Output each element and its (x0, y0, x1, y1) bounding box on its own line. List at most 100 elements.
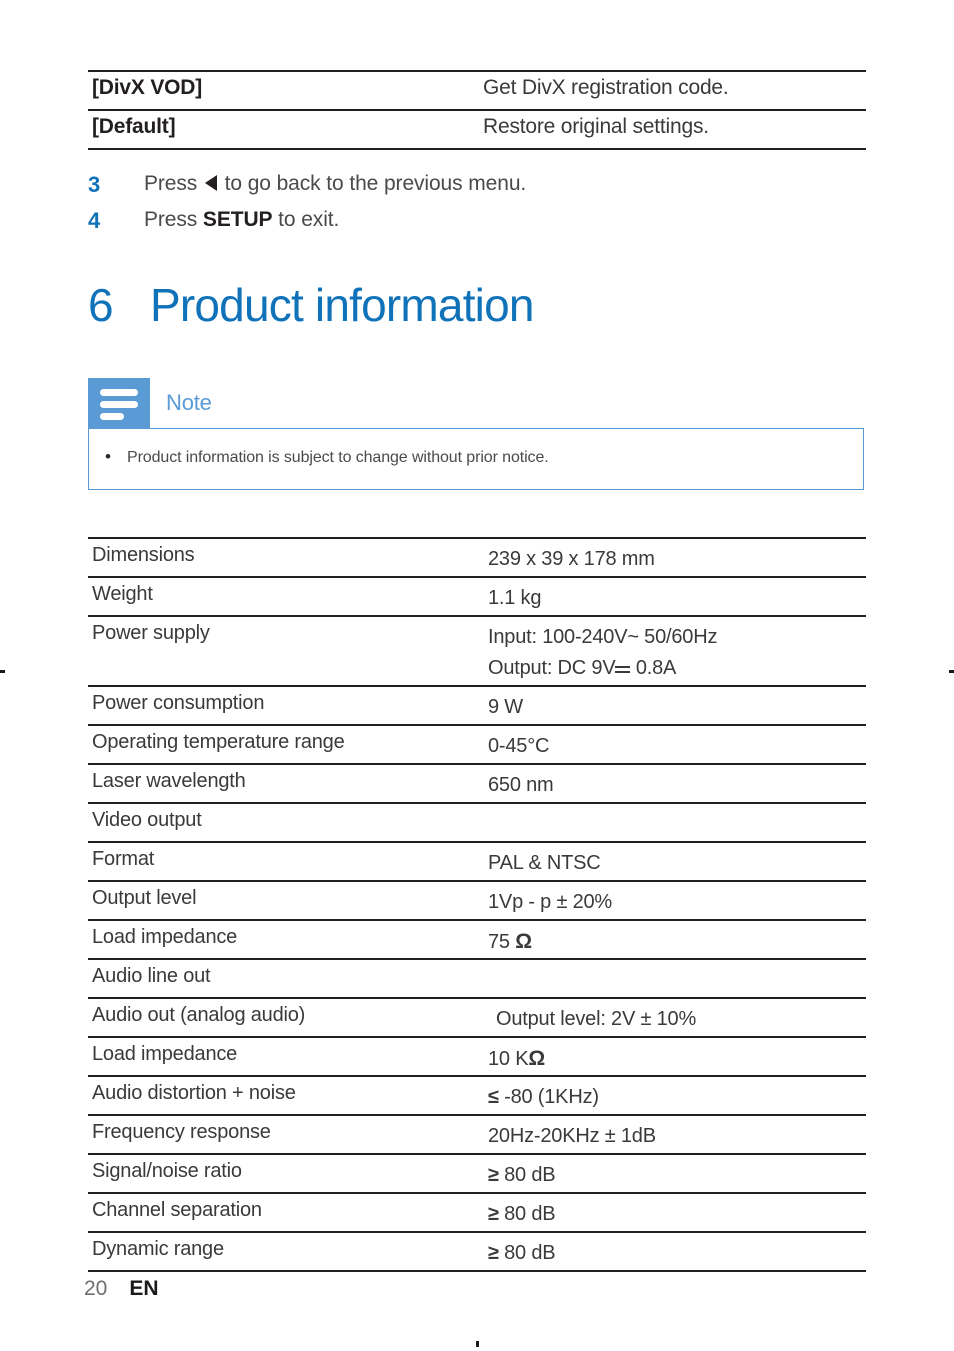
table-row: Laser wavelength 650 nm (88, 765, 866, 804)
spec-value: 9 W (488, 696, 523, 718)
spec-label: Audio distortion + noise (92, 1082, 296, 1104)
spec-value: Output level: 2V ± 10% (496, 1008, 697, 1030)
spec-label: Format (92, 848, 155, 870)
table-row: Signal/noise ratio ≥ 80 dB (88, 1155, 866, 1194)
step-item: 4 Press SETUP to exit. (88, 208, 866, 244)
table-row: Weight 1.1 kg (88, 578, 866, 617)
crop-mark-left (0, 670, 5, 673)
greater-than-equal-symbol: ≥ (488, 1164, 499, 1186)
step-key-label: SETUP (202, 208, 273, 231)
document-page: [DivX VOD] Get DivX registration code. [… (0, 0, 954, 1351)
spec-value: ≥ 80 dB (488, 1238, 556, 1269)
spec-label: Frequency response (92, 1121, 271, 1143)
spec-value: PAL & NTSC (488, 852, 601, 874)
spec-value-number: 10 K (488, 1048, 529, 1070)
spec-label: Laser wavelength (92, 770, 246, 792)
spec-value-line1: Input: 100-240V~ 50/60Hz (488, 626, 718, 648)
spec-label: Output level (92, 887, 197, 909)
table-row: [Default] Restore original settings. (88, 111, 866, 150)
crop-mark-bottom (476, 1341, 479, 1347)
spec-label: Audio line out (92, 965, 211, 987)
ohm-symbol: Ω (515, 930, 532, 953)
step-text-before: Press (144, 172, 203, 195)
less-than-equal-symbol: ≤ (488, 1086, 499, 1108)
spec-label: Channel separation (92, 1199, 262, 1221)
note-body: • Product information is subject to chang… (88, 428, 864, 490)
table-row: Audio line out (88, 960, 866, 999)
note-title: Note (166, 390, 212, 415)
setting-name: [Default] (92, 115, 176, 138)
spec-value: 75 Ω (488, 926, 532, 958)
spec-value-number: 80 dB (498, 1203, 556, 1225)
spec-value: ≥ 80 dB (488, 1199, 556, 1230)
spec-label: Video output (92, 809, 202, 831)
spec-value: 1Vp - p ± 20% (488, 891, 613, 913)
list-item: • Product information is subject to chang… (105, 447, 549, 467)
spec-value: ≤ -80 (1KHz) (488, 1082, 599, 1113)
settings-table: [DivX VOD] Get DivX registration code. [… (88, 70, 866, 150)
table-row: Power consumption 9 W (88, 687, 866, 726)
spec-label: Load impedance (92, 926, 238, 948)
spec-value: 0-45°C (488, 735, 550, 757)
spec-value: Input: 100-240V~ 50/60Hz Output: DC 9V 0.… (488, 622, 717, 684)
table-row: Audio out (analog audio) Output level: 2… (88, 999, 866, 1038)
page-number: 20 (84, 1277, 108, 1300)
chapter-title: Product information (150, 279, 534, 331)
spec-label: Power supply (92, 622, 210, 644)
spec-value-line2-prefix: Output: DC 9V (488, 657, 616, 679)
table-row: Dimensions 239 x 39 x 178 mm (88, 539, 866, 578)
step-text: Press to go back to the previous menu. (144, 172, 526, 196)
spec-value: 20Hz-20KHz ± 1dB (488, 1125, 656, 1147)
table-row: Operating temperature range 0-45°C (88, 726, 866, 765)
spec-label: Signal/noise ratio (92, 1160, 242, 1182)
step-text-before: Press (144, 208, 203, 231)
table-row: Video output (88, 804, 866, 843)
spec-label: Power consumption (92, 692, 265, 714)
step-text-after: to go back to the previous menu. (218, 172, 527, 195)
table-row: Dynamic range ≥ 80 dB (88, 1233, 866, 1272)
step-number: 3 (88, 172, 101, 197)
step-item: 3 Press to go back to the previous menu. (88, 172, 866, 208)
table-row: Load impedance 75 Ω (88, 921, 866, 960)
note-item-text: Product information is subject to change… (127, 449, 549, 466)
bullet-icon: • (105, 447, 111, 466)
setting-description: Restore original settings. (483, 115, 709, 138)
table-row: Channel separation ≥ 80 dB (88, 1194, 866, 1233)
table-row: Audio distortion + noise ≤ -80 (1KHz) (88, 1077, 866, 1116)
spec-value: 1.1 kg (488, 587, 542, 609)
spec-value: 10 KΩ (488, 1043, 545, 1075)
crop-mark-right (949, 670, 954, 673)
setting-name: [DivX VOD] (92, 76, 203, 99)
spec-value: 239 x 39 x 178 mm (488, 548, 655, 570)
table-row: [DivX VOD] Get DivX registration code. (88, 72, 866, 111)
spec-label: Load impedance (92, 1043, 238, 1065)
note-lines-icon (100, 389, 138, 425)
table-row: Power supply Input: 100-240V~ 50/60Hz Out… (88, 617, 866, 687)
spec-value: 650 nm (488, 774, 554, 796)
spec-value-number: 80 dB (498, 1164, 556, 1186)
spec-value: ≥ 80 dB (488, 1160, 556, 1191)
spec-label: Dynamic range (92, 1238, 224, 1260)
table-row: Load impedance 10 KΩ (88, 1038, 866, 1077)
ohm-symbol: Ω (528, 1047, 545, 1070)
left-arrow-icon (204, 175, 217, 191)
instruction-steps: 3 Press to go back to the previous menu.… (88, 172, 866, 244)
table-row: Frequency response 20Hz-20KHz ± 1dB (88, 1116, 866, 1155)
step-number: 4 (88, 208, 101, 233)
spec-label: Weight (92, 583, 153, 605)
table-row: Format PAL & NTSC (88, 843, 866, 882)
spec-label: Operating temperature range (92, 731, 345, 753)
page-footer: 20 EN (84, 1277, 159, 1301)
specifications-table: Dimensions 239 x 39 x 178 mm Weight 1.1 … (88, 537, 866, 1272)
spec-value-number: 80 dB (498, 1242, 556, 1264)
greater-than-equal-symbol: ≥ (488, 1203, 499, 1225)
step-text: Press SETUP to exit. (144, 208, 339, 232)
setting-description: Get DivX registration code. (483, 76, 729, 99)
page-title: 6 Product information (88, 278, 534, 332)
spec-value-line2-suffix: 0.8A (630, 657, 677, 679)
note-icon-tab (88, 378, 150, 428)
language-code: EN (129, 1277, 159, 1300)
spec-value-number: 75 (488, 931, 516, 953)
spec-label: Dimensions (92, 544, 195, 566)
spec-label: Audio out (analog audio) (92, 1004, 306, 1026)
